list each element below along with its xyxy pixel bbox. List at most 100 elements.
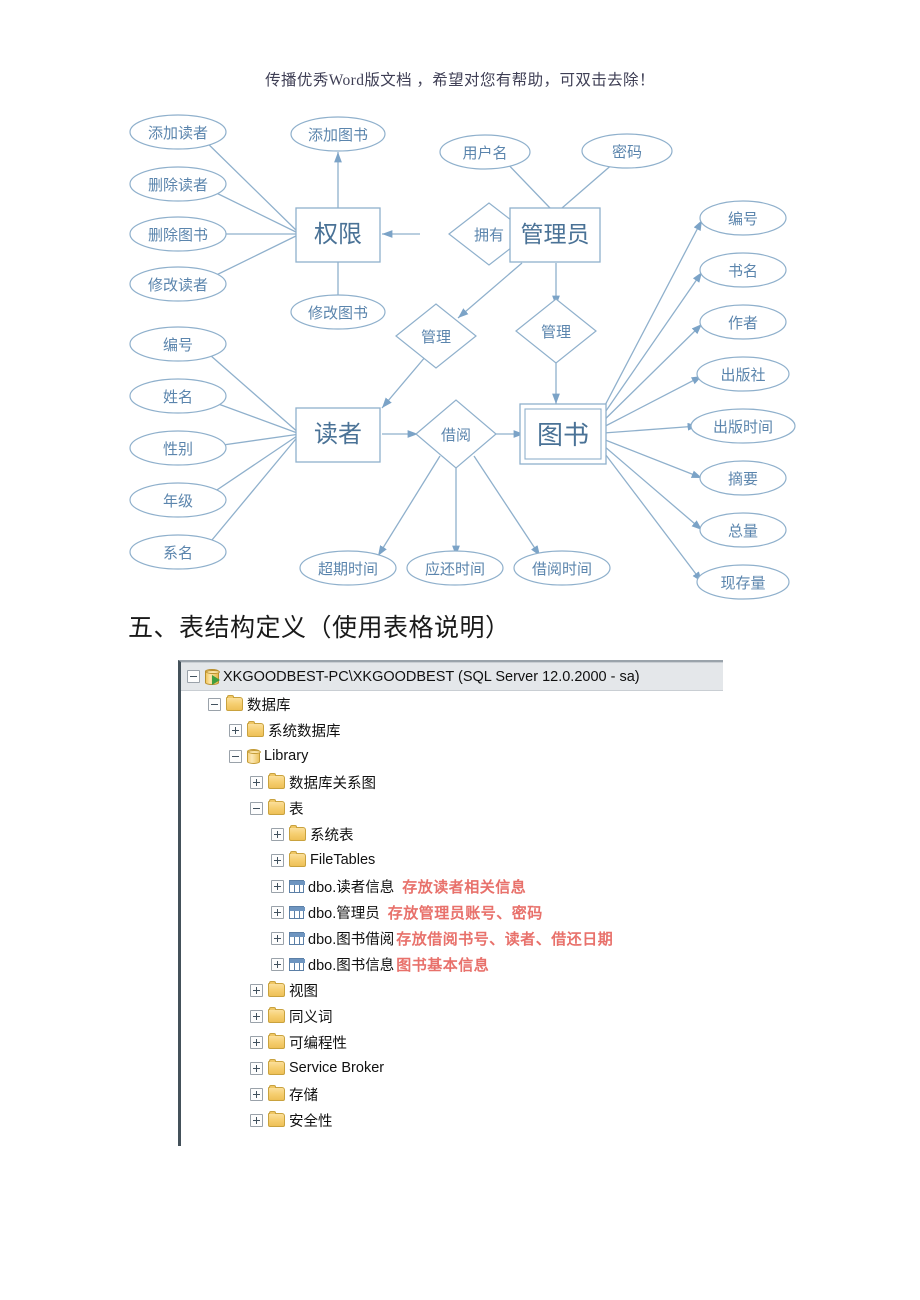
page-watermark: 传播优秀Word版文档 ，希望对您有帮助，可双击去除！ <box>265 72 655 89</box>
tree-node-label: 数据库关系图 <box>289 775 376 792</box>
tree-node-storage[interactable]: 存储 <box>181 1081 723 1107</box>
svg-text:修改读者: 修改读者 <box>148 277 208 294</box>
collapse-toggle-icon[interactable] <box>250 801 263 815</box>
er-attribute: 编号 <box>129 326 227 362</box>
er-attribute: 书名 <box>699 252 787 288</box>
tree-node-label: dbo.图书信息 <box>308 957 395 974</box>
handwritten-annotation: 图书基本信息 <box>396 957 490 974</box>
tree-node-label: XKGOODBEST-PC\XKGOODBEST (SQL Server 12.… <box>223 668 640 685</box>
expand-toggle-icon[interactable] <box>271 905 284 919</box>
er-attribute: 年级 <box>129 482 227 518</box>
folder-icon <box>226 695 243 711</box>
svg-text:修改图书: 修改图书 <box>308 305 368 322</box>
svg-text:权限: 权限 <box>314 221 362 248</box>
collapse-toggle-icon[interactable] <box>208 697 221 711</box>
folder-icon <box>247 721 264 737</box>
tree-node-label: dbo.读者信息 <box>308 879 395 896</box>
tree-node-system-tables[interactable]: 系统表 <box>181 821 723 847</box>
tree-node-library[interactable]: Library <box>181 743 723 769</box>
svg-text:作者: 作者 <box>728 315 758 332</box>
collapse-toggle-icon[interactable] <box>229 749 242 763</box>
er-attribute-nodes: 添加读者 删除读者 删除图书 修改读者 添加图书 修改图书 用户名 密码 编号 … <box>129 114 796 600</box>
expand-toggle-icon[interactable] <box>250 983 263 997</box>
er-attribute: 密码 <box>581 133 673 169</box>
tree-node-filetables[interactable]: FileTables <box>181 847 723 873</box>
expand-toggle-icon[interactable] <box>250 1009 263 1023</box>
folder-icon <box>289 825 306 841</box>
tree-node-programmability[interactable]: 可编程性 <box>181 1029 723 1055</box>
tree-node-tbl-admin[interactable]: dbo.管理员 存放管理员账号、密码 <box>181 899 723 925</box>
svg-text:出版时间: 出版时间 <box>713 419 773 436</box>
expand-toggle-icon[interactable] <box>229 723 242 737</box>
expand-toggle-icon[interactable] <box>271 931 284 945</box>
er-attribute: 姓名 <box>129 378 227 414</box>
tree-node-label: 视图 <box>289 983 318 1000</box>
svg-text:管理: 管理 <box>421 329 451 346</box>
svg-text:借阅时间: 借阅时间 <box>532 561 592 578</box>
tree-node-tbl-borrow[interactable]: dbo.图书借阅 存放借阅书号、读者、借还日期 <box>181 925 723 951</box>
svg-text:管理员: 管理员 <box>521 221 590 247</box>
folder-icon <box>268 981 285 997</box>
expand-toggle-icon[interactable] <box>250 1035 263 1049</box>
tree-node-tbl-book[interactable]: dbo.图书信息 图书基本信息 <box>181 951 723 977</box>
er-attribute: 修改图书 <box>290 294 386 330</box>
expand-toggle-icon[interactable] <box>271 853 284 867</box>
tree-node-system-databases[interactable]: 系统数据库 <box>181 717 723 743</box>
tree-node-db-diagrams[interactable]: 数据库关系图 <box>181 769 723 795</box>
folder-icon <box>268 1033 285 1049</box>
tree-node-databases[interactable]: 数据库 <box>181 691 723 717</box>
tree-node-security[interactable]: 安全性 <box>181 1107 723 1133</box>
folder-icon <box>268 799 285 815</box>
er-attribute: 作者 <box>699 304 787 340</box>
expand-toggle-icon[interactable] <box>250 1113 263 1127</box>
expand-toggle-icon[interactable] <box>271 879 284 893</box>
er-attribute: 摘要 <box>699 460 787 496</box>
tree-node-tbl-reader[interactable]: dbo.读者信息 存放读者相关信息 <box>181 873 723 899</box>
tree-node-synonyms[interactable]: 同义词 <box>181 1003 723 1029</box>
tree-node-label: 数据库 <box>247 697 291 714</box>
tree-node-label: 系统表 <box>310 827 354 844</box>
er-attribute: 出版时间 <box>690 408 796 444</box>
er-entity: 读者 <box>295 407 381 463</box>
expand-toggle-icon[interactable] <box>271 827 284 841</box>
tree-node-label: FileTables <box>310 852 376 868</box>
svg-text:姓名: 姓名 <box>163 389 193 406</box>
er-attribute: 添加读者 <box>129 114 227 150</box>
tree-node-server[interactable]: XKGOODBEST-PC\XKGOODBEST (SQL Server 12.… <box>181 662 723 691</box>
er-attribute: 删除图书 <box>129 216 227 252</box>
server-icon <box>205 668 220 685</box>
svg-text:编号: 编号 <box>728 211 758 228</box>
svg-text:超期时间: 超期时间 <box>318 561 378 578</box>
object-explorer-tree[interactable]: XKGOODBEST-PC\XKGOODBEST (SQL Server 12.… <box>178 660 723 1146</box>
er-entity: 图书 <box>519 403 607 465</box>
expand-toggle-icon[interactable] <box>250 775 263 789</box>
table-icon <box>289 957 305 971</box>
collapse-toggle-icon[interactable] <box>187 670 200 683</box>
folder-icon <box>268 773 285 789</box>
er-attribute: 超期时间 <box>299 550 397 586</box>
er-attribute: 出版社 <box>696 356 790 392</box>
svg-text:添加读者: 添加读者 <box>148 125 208 142</box>
svg-text:出版社: 出版社 <box>720 367 765 384</box>
expand-toggle-icon[interactable] <box>250 1087 263 1101</box>
er-attribute: 修改读者 <box>129 266 227 302</box>
tree-node-views[interactable]: 视图 <box>181 977 723 1003</box>
er-connectors <box>197 133 703 583</box>
expand-toggle-icon[interactable] <box>271 957 284 971</box>
er-attribute: 现存量 <box>696 564 790 600</box>
table-icon <box>289 879 305 893</box>
er-attribute: 删除读者 <box>129 166 227 202</box>
er-attribute: 系名 <box>129 534 227 570</box>
er-attribute: 编号 <box>699 200 787 236</box>
handwritten-annotation: 存放借阅书号、读者、借还日期 <box>396 931 614 948</box>
handwritten-annotation: 存放读者相关信息 <box>402 879 527 896</box>
expand-toggle-icon[interactable] <box>250 1061 263 1075</box>
tree-node-service-broker[interactable]: Service Broker <box>181 1055 723 1081</box>
svg-text:管理: 管理 <box>541 324 571 341</box>
tree-node-tables[interactable]: 表 <box>181 795 723 821</box>
er-relationship: 借阅 <box>415 399 497 469</box>
svg-text:书名: 书名 <box>728 263 758 280</box>
svg-text:删除图书: 删除图书 <box>148 227 208 244</box>
svg-text:读者: 读者 <box>314 421 362 448</box>
section-heading: 五、表结构定义（使用表格说明） <box>128 615 511 642</box>
